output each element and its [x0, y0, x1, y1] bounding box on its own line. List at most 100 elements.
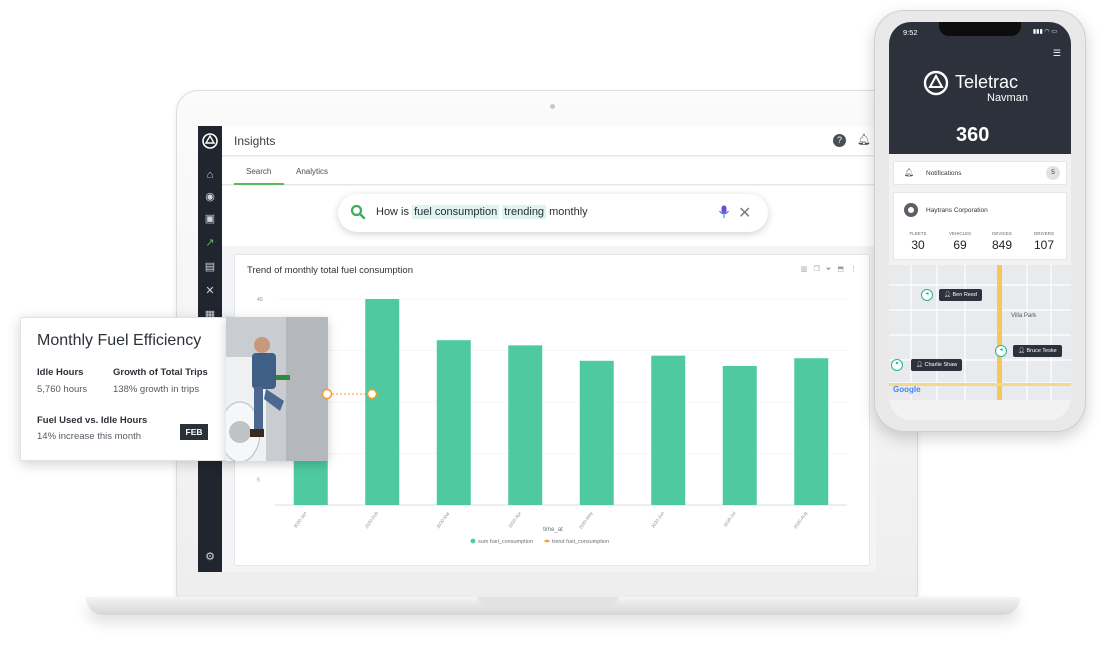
metric-value: 14% increase this month [37, 431, 142, 442]
y-tick-label: 40 [257, 297, 263, 303]
tools-icon[interactable]: ✕ [203, 284, 217, 298]
legend-marker [470, 538, 476, 544]
bar [579, 360, 614, 505]
vehicle-pin-icon[interactable]: ◂ [995, 345, 1007, 357]
stat-value: 107 [1033, 238, 1055, 252]
efficiency-title: Monthly Fuel Efficiency [37, 332, 202, 349]
map-attribution: Google [893, 385, 921, 394]
active-tab-indicator [234, 183, 284, 185]
query-highlight: fuel consumption [412, 205, 500, 219]
app-header: Insights ? 🔔︎ [222, 126, 876, 156]
x-tick-label: 2020-Jun [650, 510, 665, 529]
phone-header: 9:52 ▮▮▮ ◠ ▭ ☰ Teletrac Navman 360 [889, 22, 1071, 154]
chart-card: Trend of monthly total fuel consumption … [234, 254, 870, 566]
product-name: 360 [956, 124, 990, 146]
phone-notch [939, 22, 1021, 36]
metric-label: Idle Hours [37, 367, 84, 378]
metric-label: Fuel Used vs. Idle Hours [37, 415, 148, 426]
month-badge: FEB [180, 424, 208, 440]
bar [651, 355, 686, 505]
notifications-row[interactable]: 🔔︎ Notifications 5 [893, 161, 1067, 185]
callout-connector [321, 388, 378, 400]
driver-photo [226, 317, 328, 461]
company-name: Haytrans Corporation [926, 207, 988, 214]
x-tick-label: 2020-Feb [364, 510, 379, 529]
phone-screen: 9:52 ▮▮▮ ◠ ▭ ☰ Teletrac Navman 360 🔔︎ No… [889, 22, 1071, 420]
company-card[interactable]: Haytrans Corporation FLEETS 30 VEHICLES … [893, 192, 1067, 260]
stat-value: 849 [991, 238, 1013, 252]
help-icon[interactable]: ? [833, 134, 846, 147]
stat-label: VEHICLES [948, 231, 972, 236]
legend-marker [545, 539, 549, 543]
globe-icon[interactable]: ◉ [203, 190, 217, 204]
tab-analytics[interactable]: Analytics [296, 167, 328, 176]
search-bar[interactable]: How is fuel consumption trending monthly… [338, 194, 768, 232]
x-tick-label: 2020-Aug [793, 510, 809, 529]
chat-icon[interactable]: ▣ [203, 212, 217, 226]
stat-value: 30 [911, 238, 925, 252]
page-title: Insights [234, 134, 276, 148]
teletrac-logo-icon[interactable] [201, 132, 219, 150]
query-segment: How is [376, 206, 413, 218]
close-icon[interactable]: ✕ [738, 203, 751, 223]
query-highlight: trending [502, 205, 547, 219]
chart-icon[interactable]: ↗ [203, 236, 217, 250]
vehicle-pin-icon[interactable]: ▾ [891, 359, 903, 371]
driver-pin[interactable]: 👤︎ Ben Reed [939, 289, 982, 301]
product-logo: 360 [956, 124, 989, 147]
document-icon[interactable]: ▤ [203, 260, 217, 274]
driver-name: Ben Reed [952, 292, 977, 298]
vehicle-pin-icon[interactable]: ◂ [921, 289, 933, 301]
map-streets [889, 265, 1071, 400]
status-icons: ▮▮▮ ◠ ▭ [1032, 29, 1057, 35]
settings-icon[interactable]: ⚙ [203, 550, 217, 564]
search-input[interactable]: How is fuel consumption trending monthly [376, 205, 588, 219]
x-tick-label: 2020-Apr [507, 510, 522, 528]
bar [436, 340, 471, 505]
status-time: 9:52 [903, 28, 918, 37]
driver-name: Bruce Teske [1026, 348, 1057, 354]
bar [508, 345, 543, 505]
metric-value: 5,760 hours [37, 384, 88, 395]
stat-label: DRIVERS [1033, 231, 1054, 236]
y-tick-label: 5 [257, 477, 260, 483]
brand-name: Teletrac [955, 72, 1019, 92]
laptop-camera [550, 104, 555, 109]
x-tick-label: 2020-Jan [293, 510, 308, 529]
driver-name: Charlie Shaw [924, 362, 958, 368]
driver-pin[interactable]: 👤︎ Charlie Shaw [911, 359, 963, 371]
bar-chart: 40 5 2020-Jan 2020-Feb 2020-Mar 2020-Apr 2020-… [257, 297, 847, 545]
brand-subname: Navman [987, 92, 1028, 104]
place-label: Villa Park [1011, 313, 1037, 319]
bell-icon: 🔔︎ [904, 168, 915, 177]
stat-label: FLEETS [909, 231, 927, 236]
x-axis-label: time_at [543, 527, 563, 533]
bar [794, 358, 829, 505]
efficiency-card: Monthly Fuel Efficiency Idle Hours 5,760… [20, 317, 230, 461]
search-area: How is fuel consumption trending monthly… [222, 186, 876, 246]
x-tick-label: 2020-May [578, 510, 594, 530]
driver-pin[interactable]: 👤︎ Bruce Teske [1013, 345, 1062, 357]
teletrac-logo-icon [923, 70, 949, 96]
notifications-label: Notifications [926, 170, 962, 177]
legend-label: trend fuel_consumption [552, 539, 609, 545]
bell-icon[interactable]: 🔔︎ [857, 134, 871, 147]
stat-value: 69 [953, 238, 967, 252]
tab-bar: Search Analytics [222, 157, 876, 185]
laptop-notch [478, 597, 618, 606]
tab-search[interactable]: Search [246, 167, 271, 176]
search-icon[interactable] [350, 204, 366, 220]
legend-label: sum fuel_consumption [478, 539, 533, 545]
home-icon[interactable]: ⌂ [203, 168, 217, 182]
x-tick-label: 2020-Jul [723, 511, 737, 528]
hero-composite: ⌂ ◉ ▣ ↗ ▤ ✕ ▦ ⚙ Insights ? 🔔︎ Search Ana… [0, 0, 1100, 653]
hamburger-menu-icon[interactable]: ☰ [1053, 48, 1061, 59]
metric-value: 138% growth in trips [113, 384, 200, 395]
fleet-map[interactable]: Villa Park ◂ 👤︎ Ben Reed ◂ 👤︎ Bruce Tesk… [889, 265, 1071, 400]
x-tick-label: 2020-Mar [435, 510, 450, 529]
bar [722, 365, 757, 505]
metric-label: Growth of Total Trips [113, 367, 208, 378]
stat-label: DEVICES [992, 231, 1012, 236]
microphone-icon[interactable] [718, 205, 730, 219]
notifications-count: 5 [1046, 166, 1060, 180]
